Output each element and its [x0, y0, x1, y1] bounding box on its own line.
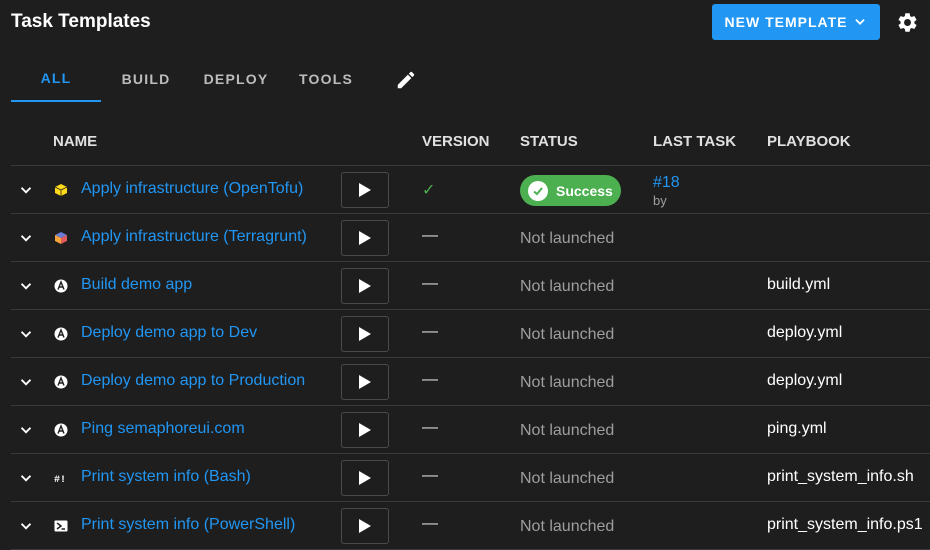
playbook-name: build.yml	[767, 276, 831, 293]
playbook-name: deploy.yml	[767, 324, 843, 341]
tab-bar: ALL BUILD DEPLOY TOOLS	[11, 56, 431, 102]
playbook-name: print_system_info.sh	[767, 468, 914, 485]
play-icon	[359, 279, 371, 293]
table-body: Apply infrastructure (OpenTofu) ✓ Success #…	[11, 166, 930, 550]
ansible-icon	[54, 327, 68, 341]
check-circle-icon	[528, 180, 548, 201]
svg-text:#!: #!	[54, 475, 66, 485]
chevron-down-icon[interactable]	[17, 469, 35, 487]
chevron-down-icon[interactable]	[17, 181, 35, 199]
template-name-link[interactable]: Print system info (PowerShell)	[81, 516, 295, 534]
ansible-icon	[54, 423, 68, 437]
status-badge[interactable]: Success	[520, 175, 621, 206]
play-icon	[359, 375, 371, 389]
version-value: —	[422, 323, 438, 340]
chevron-down-icon[interactable]	[17, 277, 35, 295]
table-row: Print system info (PowerShell) — Not launc…	[11, 502, 930, 550]
bash-icon: #!	[54, 475, 66, 485]
play-icon	[359, 471, 371, 485]
run-button[interactable]	[341, 268, 389, 304]
col-playbook[interactable]: PLAYBOOK	[767, 133, 851, 150]
play-icon	[359, 183, 371, 197]
table-row: Build demo app — Not launched build.yml	[11, 262, 930, 310]
version-value: —	[422, 515, 438, 532]
version-value: —	[422, 371, 438, 388]
chevron-down-icon[interactable]	[17, 229, 35, 247]
table-row: Deploy demo app to Production — Not launch…	[11, 358, 930, 406]
play-icon	[359, 423, 371, 437]
last-task-by: by	[653, 193, 667, 208]
table-row: #! Print system info (Bash) — Not launched p…	[11, 454, 930, 502]
run-button[interactable]	[341, 172, 389, 208]
status-text: Not launched	[520, 518, 615, 535]
version-check: ✓	[422, 182, 436, 199]
version-value: —	[422, 419, 438, 436]
status-text: Not launched	[520, 326, 615, 343]
version-value: —	[422, 275, 438, 292]
status-label: Success	[556, 182, 613, 199]
page-title: Task Templates	[11, 11, 151, 32]
template-name-link[interactable]: Print system info (Bash)	[81, 468, 251, 486]
chevron-down-icon[interactable]	[17, 325, 35, 343]
terragrunt-icon	[55, 232, 67, 244]
pencil-icon[interactable]	[395, 69, 417, 91]
col-status[interactable]: STATUS	[520, 133, 578, 150]
gear-icon[interactable]	[896, 11, 919, 34]
template-name-link[interactable]: Deploy demo app to Production	[81, 372, 305, 390]
template-name-link[interactable]: Build demo app	[81, 276, 192, 294]
templates-table: NAME VERSION STATUS LAST TASK PLAYBOOK A…	[11, 118, 930, 550]
template-name-link[interactable]: Apply infrastructure (OpenTofu)	[81, 180, 303, 198]
run-button[interactable]	[341, 412, 389, 448]
version-value: —	[422, 227, 438, 244]
template-name-link[interactable]: Deploy demo app to Dev	[81, 324, 257, 342]
table-row: Apply infrastructure (Terragrunt) — Not la…	[11, 214, 930, 262]
run-button[interactable]	[341, 460, 389, 496]
table-row: Deploy demo app to Dev — Not launched deplo…	[11, 310, 930, 358]
col-last-task[interactable]: LAST TASK	[653, 133, 736, 150]
tab-all[interactable]: ALL	[11, 56, 101, 102]
status-text: Not launched	[520, 470, 615, 487]
template-name-link[interactable]: Ping semaphoreui.com	[81, 420, 245, 438]
chevron-down-icon[interactable]	[17, 421, 35, 439]
powershell-icon	[54, 520, 68, 532]
chevron-down-icon[interactable]	[17, 373, 35, 391]
tab-tools[interactable]: TOOLS	[281, 56, 371, 102]
table-row: Apply infrastructure (OpenTofu) ✓ Success #…	[11, 166, 930, 214]
run-button[interactable]	[341, 508, 389, 544]
run-button[interactable]	[341, 364, 389, 400]
chevron-down-icon	[855, 19, 866, 25]
col-name[interactable]: NAME	[53, 133, 97, 150]
run-button[interactable]	[341, 220, 389, 256]
status-text: Not launched	[520, 278, 615, 295]
ansible-icon	[54, 375, 68, 389]
tab-build[interactable]: BUILD	[101, 56, 191, 102]
ansible-icon	[54, 279, 68, 293]
chevron-down-icon[interactable]	[17, 517, 35, 535]
status-text: Not launched	[520, 374, 615, 391]
playbook-name: ping.yml	[767, 420, 827, 437]
playbook-name: print_system_info.ps1	[767, 516, 923, 533]
version-value: —	[422, 467, 438, 484]
play-icon	[359, 231, 371, 245]
new-template-button[interactable]: NEW TEMPLATE	[712, 4, 880, 40]
page-header: Task Templates NEW TEMPLATE	[0, 0, 930, 44]
tab-deploy[interactable]: DEPLOY	[191, 56, 281, 102]
status-text: Not launched	[520, 422, 615, 439]
last-task-link[interactable]: #18	[653, 174, 680, 192]
run-button[interactable]	[341, 316, 389, 352]
opentofu-icon	[54, 184, 68, 196]
playbook-name: deploy.yml	[767, 372, 843, 389]
table-header: NAME VERSION STATUS LAST TASK PLAYBOOK	[11, 118, 930, 166]
play-icon	[359, 327, 371, 341]
col-version[interactable]: VERSION	[422, 133, 490, 150]
play-icon	[359, 519, 371, 533]
status-text: Not launched	[520, 230, 615, 247]
new-template-label: NEW TEMPLATE	[724, 14, 848, 30]
table-row: Ping semaphoreui.com — Not launched ping.ym…	[11, 406, 930, 454]
template-name-link[interactable]: Apply infrastructure (Terragrunt)	[81, 228, 307, 246]
